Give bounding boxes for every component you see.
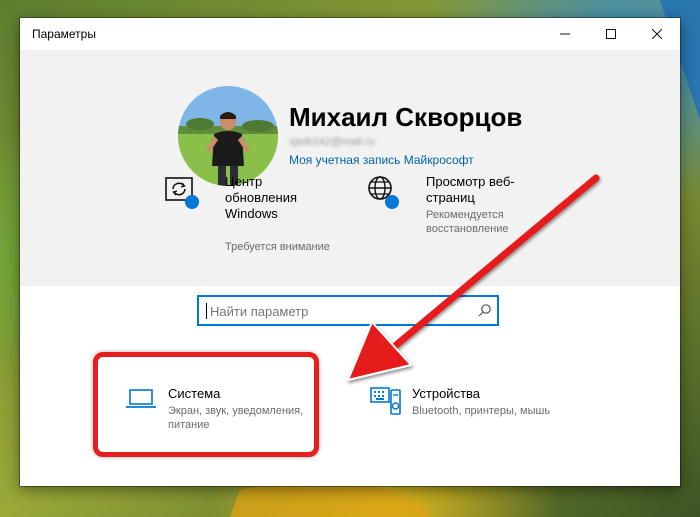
maximize-button[interactable] [588, 18, 634, 50]
account-header-panel: Михаил Скворцов sjsdr242@mail.ru Моя уче… [20, 50, 680, 286]
search-input[interactable] [208, 296, 482, 327]
close-button[interactable] [634, 18, 680, 50]
windows-update-title: Центр обновления Windows [225, 174, 297, 221]
maximize-icon [606, 29, 616, 39]
web-browsing-tile[interactable]: Просмотр веб-страниц Рекомендуется восст… [366, 174, 566, 264]
globe-icon [368, 176, 399, 209]
web-browsing-title: Просмотр веб-страниц [426, 174, 515, 205]
avatar[interactable] [178, 86, 278, 186]
windows-update-icon [165, 177, 199, 209]
search-icon[interactable] [478, 303, 492, 317]
devices-icon [370, 387, 401, 415]
minimize-icon [560, 33, 570, 35]
windows-update-tile[interactable]: Центр обновления Windows Требуется внима… [165, 174, 365, 264]
minimize-button[interactable] [542, 18, 588, 50]
user-photo-icon [178, 86, 278, 186]
close-icon [652, 29, 662, 39]
window-title: Параметры [32, 27, 96, 41]
text-caret [206, 303, 207, 319]
microsoft-account-link[interactable]: Моя учетная запись Майкрософт [289, 153, 474, 167]
search-box[interactable] [197, 295, 499, 327]
web-browsing-status: Рекомендуется восстановление [426, 209, 509, 235]
devices-category-title: Устройства [412, 386, 481, 401]
title-bar[interactable]: Параметры [20, 18, 680, 50]
user-email: sjsdr242@mail.ru [289, 136, 375, 148]
annotation-highlight-box [93, 352, 319, 457]
devices-category-description: Bluetooth, принтеры, мышь [412, 405, 551, 417]
user-name: Михаил Скворцов [289, 102, 523, 132]
devices-category[interactable]: Устройства Bluetooth, принтеры, мышь [370, 386, 570, 446]
windows-update-status: Требуется внимание [225, 241, 330, 253]
